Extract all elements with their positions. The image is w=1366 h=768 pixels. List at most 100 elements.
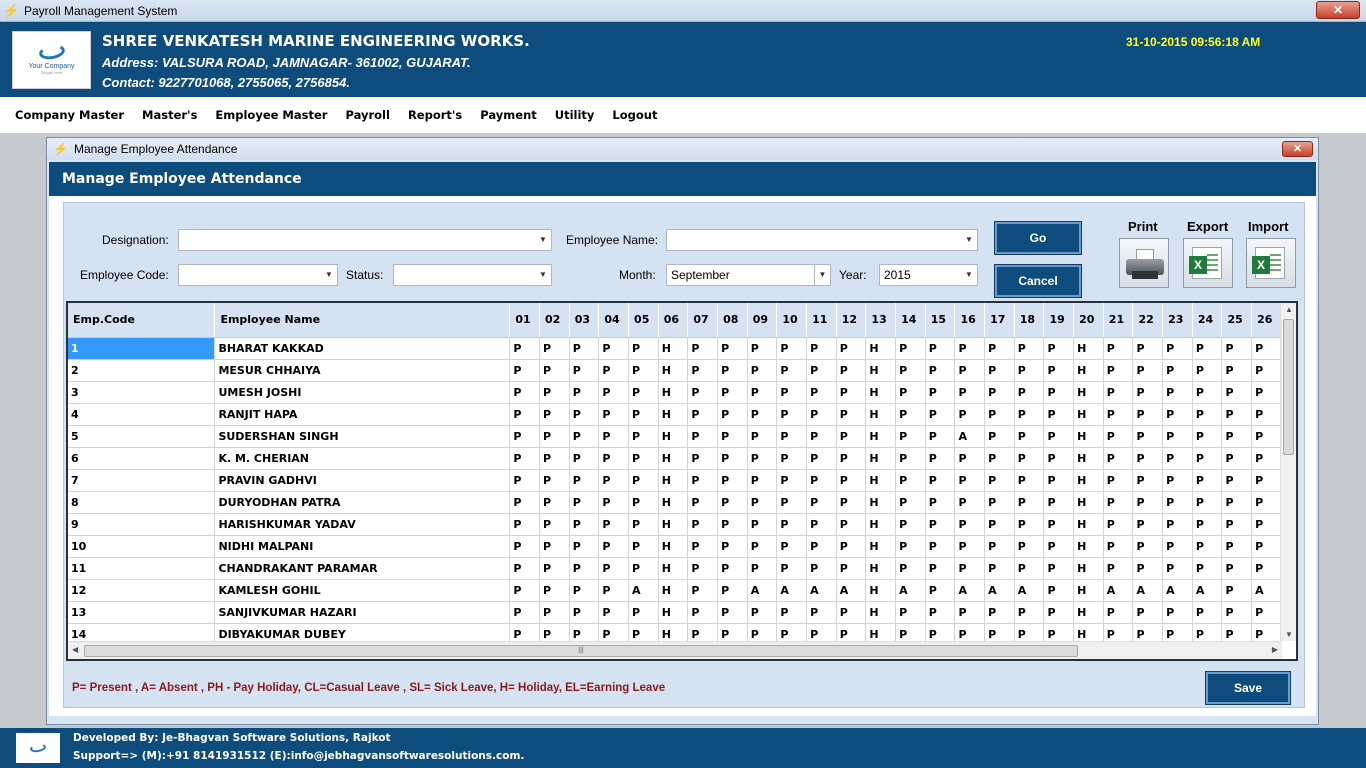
employee-name-cell[interactable]: BHARAT KAKKAD	[214, 337, 511, 360]
attendance-cell[interactable]: P	[717, 557, 748, 580]
table-row[interactable]: 2 MESUR CHHAIYA P P P P P H P P P P P P H P P P P P P H P P P P P P	[68, 359, 1282, 382]
attendance-cell[interactable]: P	[569, 447, 600, 470]
attendance-cell[interactable]: A	[1103, 579, 1134, 602]
attendance-cell[interactable]: P	[717, 337, 748, 360]
attendance-cell[interactable]: P	[509, 513, 541, 536]
chevron-down-icon[interactable]: ▼	[961, 265, 977, 285]
attendance-cell[interactable]: P	[1221, 337, 1253, 360]
attendance-cell[interactable]: P	[687, 469, 719, 492]
attendance-cell[interactable]: P	[628, 359, 659, 382]
attendance-cell[interactable]: P	[984, 491, 1015, 514]
attendance-cell[interactable]: P	[984, 601, 1015, 624]
attendance-cell[interactable]: H	[1073, 601, 1104, 624]
attendance-cell[interactable]: P	[954, 359, 986, 382]
attendance-cell[interactable]: P	[539, 491, 570, 514]
attendance-cell[interactable]: P	[954, 623, 986, 641]
attendance-cell[interactable]: P	[806, 535, 837, 558]
attendance-cell[interactable]: P	[569, 513, 600, 536]
column-header-day[interactable]: 06	[658, 303, 689, 338]
attendance-cell[interactable]: H	[1073, 447, 1104, 470]
attendance-cell[interactable]: P	[687, 513, 719, 536]
attendance-cell[interactable]: P	[569, 535, 600, 558]
attendance-cell[interactable]: P	[836, 425, 867, 448]
attendance-cell[interactable]: P	[598, 381, 630, 404]
attendance-cell[interactable]: P	[1043, 557, 1075, 580]
attendance-cell[interactable]: P	[925, 601, 956, 624]
attendance-cell[interactable]: P	[776, 359, 808, 382]
attendance-cell[interactable]: P	[1014, 359, 1045, 382]
attendance-cell[interactable]: P	[1192, 425, 1223, 448]
attendance-cell[interactable]: P	[598, 535, 630, 558]
attendance-cell[interactable]: P	[539, 513, 570, 536]
menu-reports[interactable]: Report's	[408, 108, 462, 122]
attendance-cell[interactable]: H	[865, 469, 897, 492]
vertical-scrollbar[interactable]: ▲ ▼	[1280, 303, 1296, 641]
attendance-cell[interactable]: A	[1132, 579, 1164, 602]
attendance-cell[interactable]: P	[776, 381, 808, 404]
attendance-cell[interactable]: P	[1221, 579, 1253, 602]
attendance-cell[interactable]: H	[658, 623, 689, 641]
attendance-cell[interactable]: P	[1014, 469, 1045, 492]
attendance-cell[interactable]: P	[1162, 381, 1193, 404]
attendance-cell[interactable]: P	[806, 381, 837, 404]
attendance-cell[interactable]: P	[806, 491, 837, 514]
attendance-cell[interactable]: P	[806, 403, 837, 426]
attendance-cell[interactable]: P	[747, 381, 778, 404]
chevron-down-icon[interactable]: ▼	[535, 230, 551, 250]
attendance-cell[interactable]: P	[1221, 469, 1253, 492]
print-button[interactable]	[1119, 238, 1169, 288]
menu-logout[interactable]: Logout	[612, 108, 657, 122]
attendance-cell[interactable]: P	[628, 447, 659, 470]
attendance-cell[interactable]: P	[1132, 491, 1164, 514]
scroll-left-icon[interactable]: ◀	[72, 645, 78, 654]
attendance-cell[interactable]: H	[658, 381, 689, 404]
table-row[interactable]: 9 HARISHKUMAR YADAV P P P P P H P P P P P P H P P P P P P H P P…	[68, 513, 1282, 536]
attendance-cell[interactable]: P	[1103, 623, 1134, 641]
column-header-day[interactable]: 21	[1103, 303, 1134, 338]
attendance-cell[interactable]: P	[717, 513, 748, 536]
attendance-cell[interactable]: P	[598, 601, 630, 624]
attendance-cell[interactable]: P	[925, 513, 956, 536]
attendance-cell[interactable]: P	[509, 359, 541, 382]
attendance-cell[interactable]: H	[1073, 579, 1104, 602]
employee-name-cell[interactable]: K. M. CHERIAN	[214, 447, 511, 470]
attendance-cell[interactable]: P	[776, 513, 808, 536]
employee-name-cell[interactable]: DURYODHAN PATRA	[214, 491, 511, 514]
attendance-cell[interactable]: P	[569, 381, 600, 404]
attendance-cell[interactable]: H	[658, 359, 689, 382]
attendance-cell[interactable]: P	[1251, 403, 1282, 426]
attendance-cell[interactable]: P	[984, 359, 1015, 382]
attendance-cell[interactable]: P	[598, 337, 630, 360]
attendance-cell[interactable]: P	[539, 469, 570, 492]
menu-employee-master[interactable]: Employee Master	[215, 108, 327, 122]
attendance-cell[interactable]: H	[865, 403, 897, 426]
attendance-cell[interactable]: P	[1162, 337, 1193, 360]
attendance-cell[interactable]: H	[865, 337, 897, 360]
attendance-cell[interactable]: P	[1221, 381, 1253, 404]
attendance-cell[interactable]: P	[1192, 513, 1223, 536]
attendance-cell[interactable]: P	[509, 535, 541, 558]
cancel-button[interactable]: Cancel	[994, 264, 1082, 298]
attendance-cell[interactable]: P	[717, 381, 748, 404]
attendance-cell[interactable]: P	[895, 513, 926, 536]
attendance-cell[interactable]: P	[509, 425, 541, 448]
attendance-cell[interactable]: P	[1162, 623, 1193, 641]
attendance-cell[interactable]: P	[628, 403, 659, 426]
emp-code-cell[interactable]: 3	[68, 381, 216, 404]
table-row[interactable]: 3 UMESH JOSHI P P P P P H P P P P P P H P P P P P P H P P P P P P	[68, 381, 1282, 404]
attendance-cell[interactable]: P	[1103, 447, 1134, 470]
attendance-cell[interactable]: P	[1162, 535, 1193, 558]
attendance-cell[interactable]: P	[509, 623, 541, 641]
attendance-cell[interactable]: P	[687, 491, 719, 514]
attendance-cell[interactable]: P	[687, 623, 719, 641]
attendance-cell[interactable]: P	[539, 359, 570, 382]
attendance-cell[interactable]: P	[776, 601, 808, 624]
attendance-cell[interactable]: A	[1162, 579, 1193, 602]
attendance-cell[interactable]: P	[747, 359, 778, 382]
attendance-cell[interactable]: P	[747, 513, 778, 536]
attendance-cell[interactable]: P	[776, 447, 808, 470]
attendance-cell[interactable]: H	[658, 491, 689, 514]
attendance-cell[interactable]: P	[539, 337, 570, 360]
attendance-cell[interactable]: P	[598, 469, 630, 492]
employee-name-cell[interactable]: KAMLESH GOHIL	[214, 579, 511, 602]
